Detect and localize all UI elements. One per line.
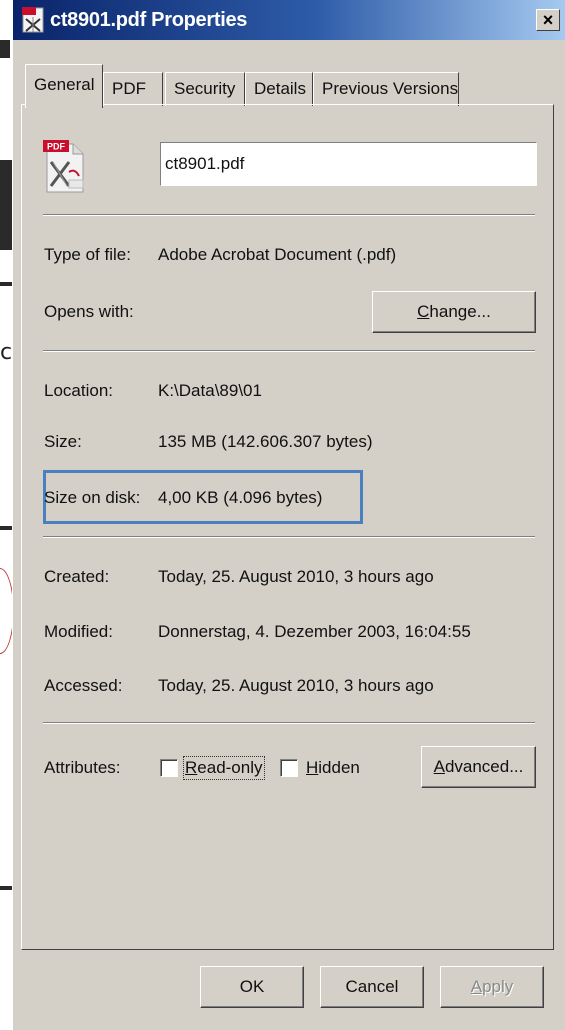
separator (43, 350, 535, 352)
modified-value: Donnerstag, 4. Dezember 2003, 16:04:55 (158, 622, 471, 641)
properties-dialog: ct8901.pdf Properties × General PDF Secu… (12, 0, 565, 1030)
tab-security[interactable]: Security (165, 72, 245, 106)
title-bar[interactable]: ct8901.pdf Properties × (13, 0, 565, 40)
separator (43, 722, 535, 724)
tab-pdf[interactable]: PDF (103, 72, 163, 106)
cancel-button[interactable]: Cancel (320, 966, 424, 1008)
size-label: Size: (44, 432, 82, 451)
filename-input[interactable]: ct8901.pdf (160, 142, 537, 186)
apply-button[interactable]: Apply (440, 966, 544, 1008)
type-of-file-label: Type of file: (44, 245, 131, 264)
hidden-checkbox[interactable] (280, 759, 298, 777)
readonly-checkbox[interactable] (160, 759, 178, 777)
accessed-value: Today, 25. August 2010, 3 hours ago (158, 676, 434, 695)
ok-button[interactable]: OK (200, 966, 304, 1008)
created-label: Created: (44, 567, 110, 586)
created-value: Today, 25. August 2010, 3 hours ago (158, 567, 434, 586)
background-text: c (0, 340, 13, 365)
size-value: 135 MB (142.606.307 bytes) (158, 432, 373, 451)
advanced-button[interactable]: Advanced... (421, 746, 536, 788)
window-title: ct8901.pdf Properties (50, 8, 248, 31)
change-button[interactable]: Change... (372, 291, 536, 333)
tab-general[interactable]: General (25, 64, 103, 108)
close-icon: × (542, 10, 554, 30)
size-on-disk-value: 4,00 KB (4.096 bytes) (158, 488, 323, 507)
pdf-title-icon (22, 7, 44, 33)
attributes-label: Attributes: (44, 758, 121, 777)
location-value: K:\Data\89\01 (158, 381, 262, 400)
separator (43, 536, 535, 538)
tab-details[interactable]: Details (245, 72, 313, 106)
close-button[interactable]: × (536, 9, 560, 31)
size-on-disk-label: Size on disk: (44, 488, 141, 507)
accessed-label: Accessed: (44, 676, 123, 695)
readonly-label[interactable]: Read-only (183, 756, 265, 780)
pdf-badge-text: PDF (47, 142, 66, 152)
pdf-file-icon: PDF (43, 140, 87, 194)
tab-previous-versions[interactable]: Previous Versions (313, 72, 459, 106)
general-tab-panel (21, 104, 554, 950)
hidden-label[interactable]: Hidden (306, 758, 360, 778)
type-of-file-value: Adobe Acrobat Document (.pdf) (158, 245, 397, 264)
opens-with-label: Opens with: (44, 302, 134, 321)
location-label: Location: (44, 381, 113, 400)
tab-strip: General PDF Security Details Previous Ve… (13, 62, 565, 110)
separator (43, 214, 535, 216)
modified-label: Modified: (44, 622, 113, 641)
